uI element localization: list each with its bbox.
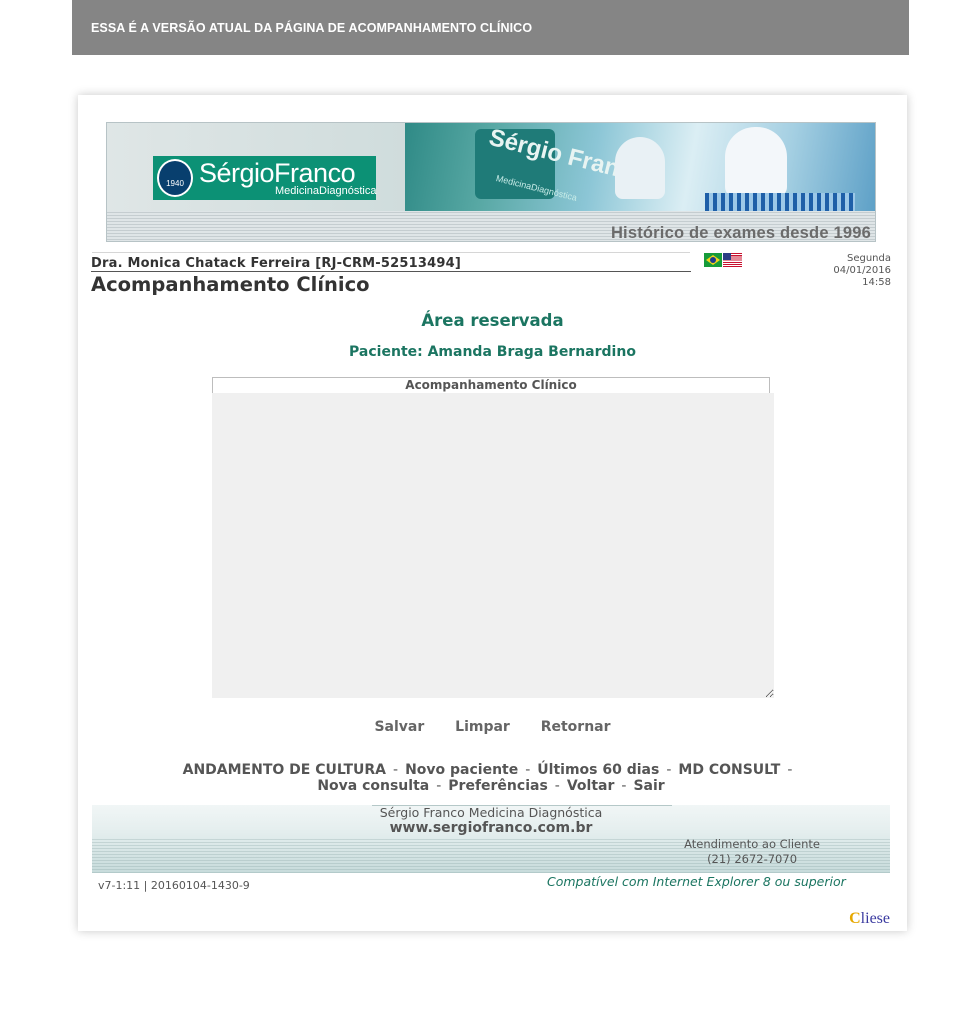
nav-back[interactable]: Voltar (567, 778, 615, 794)
logo-subtitle: MedicinaDiagnóstica (275, 185, 377, 197)
footer: Sérgio Franco Medicina Diagnóstica www.s… (92, 805, 890, 873)
date: 04/01/2016 (833, 265, 891, 276)
save-button[interactable]: Salvar (374, 719, 424, 735)
cliese-logo[interactable]: Cliese (849, 910, 890, 928)
nav-links: ANDAMENTO DE CULTURA - Novo paciente - Últim… (182, 762, 793, 794)
footer-website-link[interactable]: www.sergiofranco.com.br (92, 820, 890, 836)
company-logo: 1940 SérgioFranco MedicinaDiagnóstica (153, 156, 377, 200)
area-title: Área reservada (421, 311, 564, 330)
date-time: Segunda 04/01/2016 14:58 (833, 253, 891, 289)
usa-flag-icon[interactable] (723, 253, 742, 267)
logo-emblem-icon: 1940 (157, 159, 193, 197)
nav-culture-status[interactable]: ANDAMENTO DE CULTURA (183, 762, 386, 778)
doctor-name: Dra. Monica Chatack Ferreira [RJ-CRM-525… (91, 256, 462, 271)
compatibility-note: Compatível com Internet Explorer 8 ou su… (547, 874, 846, 889)
header-banner: Sérgio Franco MedicinaDiagnóstica 1940 S… (106, 122, 876, 242)
nav-last-60-days[interactable]: Últimos 60 dias (537, 762, 659, 778)
nav-preferences[interactable]: Preferências (448, 778, 548, 794)
customer-service: Atendimento ao Cliente (21) 2672-7070 (684, 837, 820, 867)
nav-new-consultation[interactable]: Nova consulta (317, 778, 429, 794)
notice-text: ESSA É A VERSÃO ATUAL DA PÁGINA DE ACOMP… (91, 21, 533, 35)
nav-md-consult[interactable]: MD CONSULT (678, 762, 780, 778)
notice-banner: ESSA É A VERSÃO ATUAL DA PÁGINA DE ACOMP… (72, 0, 909, 55)
page-card: Sérgio Franco MedicinaDiagnóstica 1940 S… (78, 95, 907, 931)
time: 14:58 (862, 277, 891, 288)
service-phone: (21) 2672-7070 (707, 852, 798, 866)
notes-label: Acompanhamento Clínico (212, 377, 770, 393)
patient-name: Paciente: Amanda Braga Bernardino (349, 344, 636, 360)
action-bar: Salvar Limpar Retornar (78, 719, 907, 735)
nav-new-patient[interactable]: Novo paciente (405, 762, 518, 778)
version-info: v7-1:11 | 20160104-1430-9 (98, 879, 250, 892)
header-tagline: Histórico de exames desde 1996 (610, 224, 871, 242)
brazil-flag-icon[interactable] (704, 253, 722, 267)
nav-logout[interactable]: Sair (633, 778, 664, 794)
return-button[interactable]: Retornar (541, 719, 611, 735)
clear-button[interactable]: Limpar (455, 719, 510, 735)
weekday: Segunda (847, 253, 891, 264)
service-label: Atendimento ao Cliente (684, 837, 820, 851)
page-title: Acompanhamento Clínico (91, 273, 370, 296)
clinical-notes-textarea[interactable] (212, 393, 774, 698)
footer-company: Sérgio Franco Medicina Diagnóstica (379, 805, 603, 820)
